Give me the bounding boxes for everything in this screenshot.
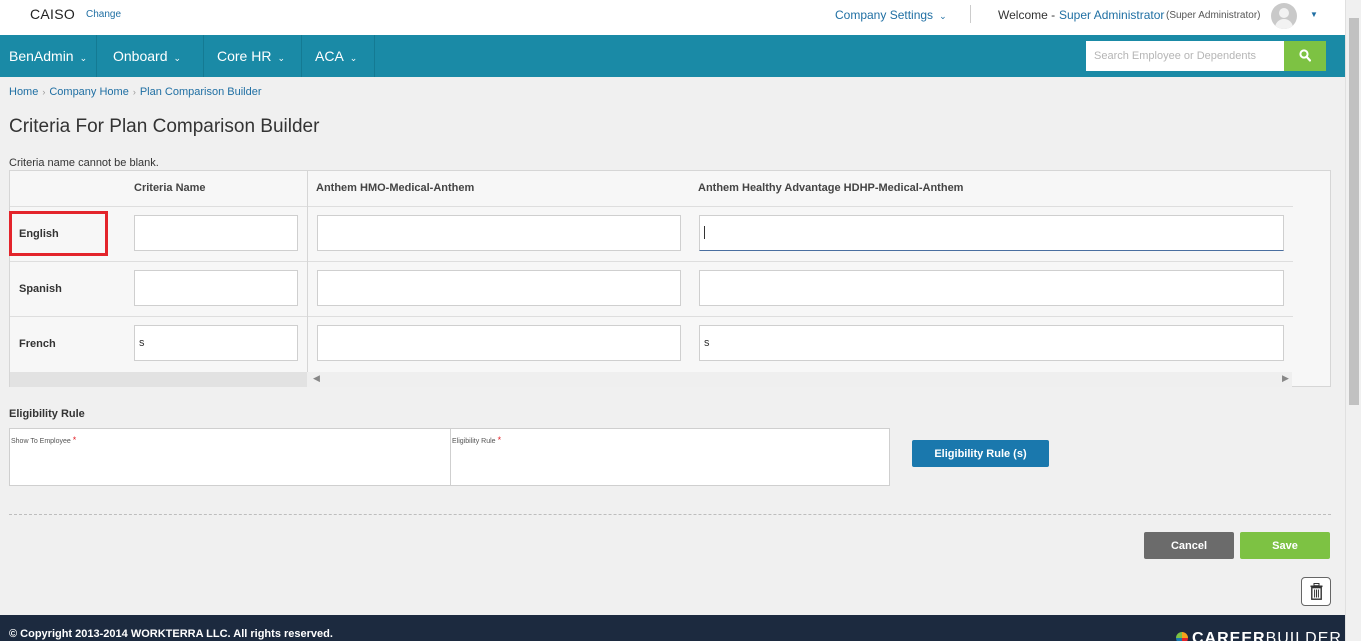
breadcrumb-company-home[interactable]: Company Home [49, 86, 128, 98]
careerbuilder-logo: CAREERBUILDER [1176, 630, 1342, 641]
nav-aca[interactable]: ACA ⌄ [302, 35, 375, 77]
plan-hdhp-french-input[interactable] [699, 325, 1284, 361]
welcome-text: Welcome - [998, 8, 1056, 22]
chevron-down-icon: ⌄ [277, 53, 286, 63]
show-to-employee-label-text: Show To Employee [11, 438, 71, 445]
column-header-plan-hmo: Anthem HMO-Medical-Anthem [316, 182, 475, 194]
company-name: CAISO [30, 6, 76, 22]
row-divider [10, 206, 307, 207]
logo-text-light: BUILDER [1265, 630, 1342, 641]
text-cursor [704, 226, 705, 239]
row-divider [10, 261, 307, 262]
user-menu-caret-icon[interactable]: ▼ [1310, 10, 1318, 19]
breadcrumb-home[interactable]: Home [9, 86, 38, 98]
company-settings-menu[interactable]: Company Settings ⌄ [835, 8, 947, 22]
criteria-name-french-input[interactable] [134, 325, 298, 361]
row-label-french: French [19, 338, 56, 350]
nav-label: ACA [315, 48, 344, 64]
row-divider [308, 261, 1293, 262]
chevron-right-icon: › [132, 87, 136, 97]
plan-hdhp-spanish-input[interactable] [699, 270, 1284, 306]
row-divider [10, 316, 307, 317]
logo-mark-icon [1176, 632, 1188, 641]
chevron-down-icon: ⌄ [939, 11, 947, 21]
save-button[interactable]: Save [1240, 532, 1330, 559]
change-company-link[interactable]: Change [86, 9, 121, 20]
criteria-name-spanish-input[interactable] [134, 270, 298, 306]
row-divider [308, 206, 1293, 207]
breadcrumb-plan-comparison-builder[interactable]: Plan Comparison Builder [140, 86, 262, 98]
section-divider [9, 514, 1331, 515]
avatar[interactable] [1271, 3, 1297, 29]
required-asterisk: * [497, 435, 502, 445]
scrollbar-thumb[interactable] [1349, 18, 1359, 405]
eligibility-rule-label-text: Eligibility Rule [452, 438, 496, 445]
avatar-shoulders [1275, 19, 1293, 29]
row-label-spanish: Spanish [19, 283, 62, 295]
scroll-left-icon[interactable]: ◀ [313, 373, 320, 384]
divider [970, 5, 971, 23]
chevron-down-icon: ⌄ [173, 53, 182, 63]
copyright-text: © Copyright 2013-2014 WORKTERRA LLC. All… [9, 628, 333, 640]
criteria-name-english-input[interactable] [134, 215, 298, 251]
plan-hmo-french-input[interactable] [317, 325, 681, 361]
column-header-plan-hdhp: Anthem Healthy Advantage HDHP-Medical-An… [698, 182, 964, 194]
footer: © Copyright 2013-2014 WORKTERRA LLC. All… [0, 615, 1345, 641]
nav-label: BenAdmin [9, 48, 74, 64]
plan-hmo-spanish-input[interactable] [317, 270, 681, 306]
breadcrumb: Home › Company Home › Plan Comparison Builde… [9, 86, 262, 98]
logo-text-bold: CAREER [1192, 630, 1266, 641]
criteria-table-scroll-columns: Anthem HMO-Medical-Anthem Anthem Healthy… [307, 171, 1293, 372]
scrollbar-fixed-area [10, 372, 307, 387]
main-navbar: BenAdmin ⌄ Onboard ⌄ Core HR ⌄ ACA ⌄ [0, 35, 1345, 77]
eligibility-rule-title: Eligibility Rule [9, 408, 85, 420]
delete-button[interactable] [1301, 577, 1331, 606]
nav-benadmin[interactable]: BenAdmin ⌄ [0, 35, 98, 77]
company-settings-label: Company Settings [835, 8, 934, 22]
show-to-employee-label: Show To Employee * [11, 435, 76, 445]
trash-icon [1310, 583, 1323, 600]
avatar-head [1279, 8, 1289, 18]
annotation-highlight-box [9, 211, 108, 256]
plan-hmo-english-input[interactable] [317, 215, 681, 251]
plan-hdhp-english-input[interactable] [699, 215, 1284, 251]
eligibility-rule-label: Eligibility Rule * [452, 435, 501, 445]
search-icon [1299, 49, 1311, 62]
top-bar: CAISO Change Company Settings ⌄ Welcome -… [0, 0, 1345, 35]
criteria-table: Criteria Name English Spanish French Ant… [9, 170, 1331, 387]
search-button[interactable] [1284, 41, 1326, 71]
nav-onboard[interactable]: Onboard ⌄ [104, 35, 204, 77]
page-scrollbar[interactable] [1345, 0, 1361, 641]
chevron-down-icon: ⌄ [79, 53, 88, 63]
eligibility-rules-button[interactable]: Eligibility Rule (s) [912, 440, 1049, 467]
show-to-employee-field[interactable]: Show To Employee * [10, 429, 450, 485]
row-divider [308, 316, 1293, 317]
search-input[interactable] [1086, 41, 1284, 71]
table-horizontal-scrollbar[interactable]: ◀ ▶ [10, 372, 1292, 387]
page-title: Criteria For Plan Comparison Builder [9, 116, 320, 137]
required-asterisk: * [72, 435, 77, 445]
validation-error-message: Criteria name cannot be blank. [9, 157, 159, 169]
eligibility-rule-box: Show To Employee * Eligibility Rule * [9, 428, 890, 486]
chevron-right-icon: › [42, 87, 46, 97]
nav-label: Onboard [113, 48, 168, 64]
criteria-table-fixed-columns: Criteria Name English Spanish French [9, 171, 307, 372]
nav-core-hr[interactable]: Core HR ⌄ [204, 35, 302, 77]
chevron-down-icon: ⌄ [349, 53, 358, 63]
nav-label: Core HR [217, 48, 272, 64]
eligibility-rule-field[interactable]: Eligibility Rule * [450, 429, 889, 485]
user-role: (Super Administrator) [1166, 10, 1261, 21]
user-name-link[interactable]: Super Administrator [1059, 8, 1164, 22]
cancel-button[interactable]: Cancel [1144, 532, 1234, 559]
column-header-criteria-name: Criteria Name [134, 182, 206, 194]
scroll-right-icon[interactable]: ▶ [1282, 373, 1289, 384]
